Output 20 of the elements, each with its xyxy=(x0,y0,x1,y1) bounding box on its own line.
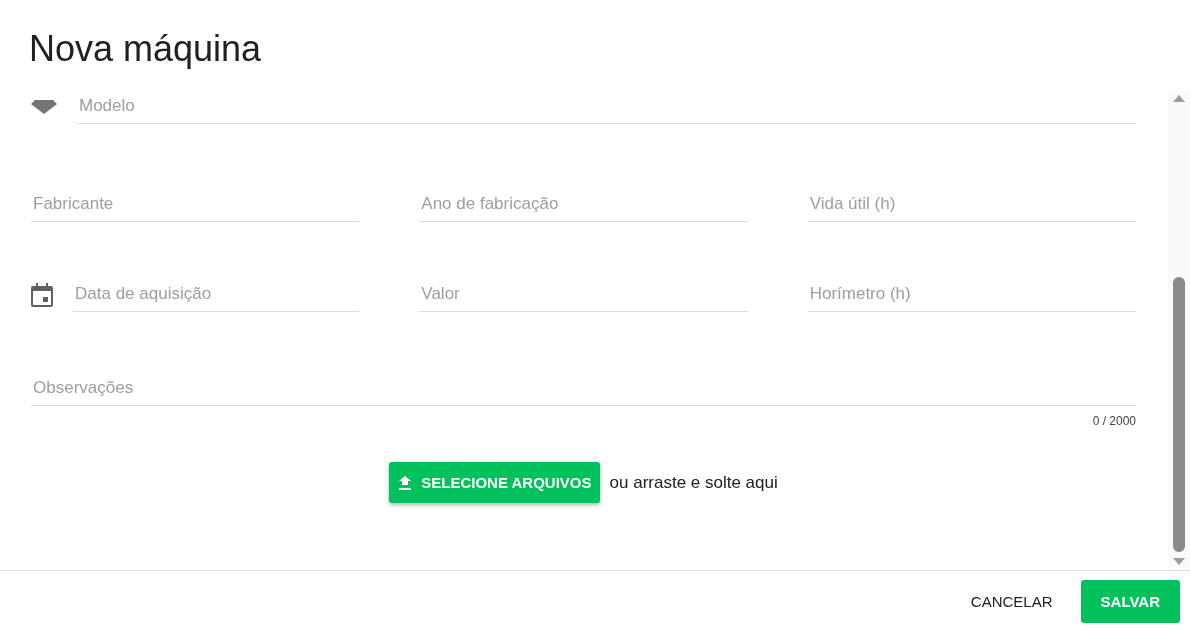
drop-hint: ou arraste e solte aqui xyxy=(609,472,778,493)
upload-button[interactable]: SELECIONE ARQUIVOS xyxy=(389,462,600,503)
input-field[interactable]: Ano de fabricação xyxy=(419,188,748,222)
scroll-up-icon[interactable] xyxy=(1172,94,1186,102)
upload-icon xyxy=(399,475,412,490)
input-field[interactable]: Modelo xyxy=(77,90,1136,124)
character-counter: 0 / 2000 xyxy=(1092,414,1136,428)
input-field[interactable]: Valor xyxy=(419,278,748,312)
tag-icon xyxy=(31,100,57,114)
dialog-title: Nova máquina xyxy=(28,27,263,71)
save-button[interactable]: SALVAR xyxy=(1080,579,1180,623)
cancel-button[interactable]: CANCELAR xyxy=(952,580,1071,622)
input-field[interactable]: Fabricante xyxy=(31,188,360,222)
scroll-down-icon[interactable] xyxy=(1172,558,1186,566)
input-field[interactable]: Vida útil (h) xyxy=(807,188,1136,222)
input-field[interactable]: Data de aquisição xyxy=(73,278,360,312)
calendar-icon xyxy=(31,283,53,307)
input-field[interactable]: Observações xyxy=(31,372,1136,406)
input-field[interactable]: Horímetro (h) xyxy=(807,278,1136,312)
scrollbar[interactable] xyxy=(1168,90,1190,570)
